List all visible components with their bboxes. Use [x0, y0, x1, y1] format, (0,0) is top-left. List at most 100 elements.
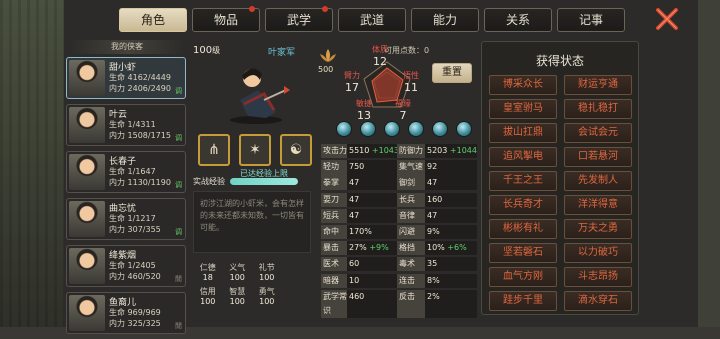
- yin-yang-icon: ☯: [289, 142, 303, 158]
- stat-label: 连击: [397, 273, 425, 288]
- attr-strength: 臂力 17: [344, 71, 360, 94]
- stat-label: 防御力: [397, 144, 425, 158]
- status-badge[interactable]: 皇室驸马: [489, 99, 557, 119]
- stat-row: 命中 170% 闪避 9%: [321, 224, 477, 239]
- stat-value: 10% +6%: [425, 241, 477, 256]
- tab-abilities[interactable]: 能力: [411, 8, 479, 32]
- tab-martial-arts[interactable]: 武学: [265, 6, 333, 32]
- hero-portrait: [69, 107, 105, 143]
- spear-icon: ⋔: [208, 142, 220, 158]
- attr-luck: 福缘 7: [395, 99, 411, 122]
- stat-label: 暴击: [321, 241, 347, 256]
- status-badge[interactable]: 追风掣电: [489, 147, 557, 167]
- status-badge[interactable]: 以力破巧: [564, 243, 632, 263]
- stat-value: 8%: [425, 273, 477, 288]
- stat-label: 格挡: [397, 241, 425, 256]
- stat-value: 60: [347, 257, 397, 272]
- hero-card[interactable]: 曲忘忧 生命 1/1217 内力 307/355 调: [66, 198, 186, 240]
- status-badge[interactable]: 千王之王: [489, 171, 557, 191]
- hero-mp: 内力 1130/1190: [109, 178, 171, 187]
- status-badge[interactable]: 长兵奇才: [489, 195, 557, 215]
- hero-tag: 调: [175, 181, 182, 189]
- stat-value: 160: [425, 192, 477, 207]
- status-badge[interactable]: 跬步千里: [489, 291, 557, 311]
- status-badge[interactable]: 洋洋得意: [564, 195, 632, 215]
- hero-card[interactable]: 甜小虾 生命 4162/4449 内力 2406/2490 调: [66, 57, 186, 99]
- skill-slot-mask[interactable]: ☯: [280, 134, 312, 166]
- status-badge[interactable]: 万夫之勇: [564, 219, 632, 239]
- scene-background: [0, 0, 64, 327]
- lotus-icon: [320, 49, 336, 62]
- stat-value: 27% +9%: [347, 241, 397, 256]
- status-badge[interactable]: 滴水穿石: [564, 291, 632, 311]
- stat-value: 170%: [347, 224, 397, 239]
- hero-mp: 内力 1508/1715: [109, 131, 171, 140]
- attr-agility: 敏捷 13: [356, 99, 372, 122]
- status-badge[interactable]: 彬彬有礼: [489, 219, 557, 239]
- tab-character[interactable]: 角色: [119, 8, 187, 32]
- status-badge[interactable]: 稳扎稳打: [564, 99, 632, 119]
- stat-value: 47: [347, 208, 397, 223]
- virtue-courtesy: 礼节 100: [258, 263, 275, 282]
- virtue-spacer: [282, 262, 312, 282]
- hero-hp: 生命 969/969: [109, 308, 161, 317]
- equipped-skills: ⋔ ✶ ☯: [198, 134, 312, 166]
- stat-value: 9%: [425, 224, 477, 239]
- hero-tag: 调: [175, 228, 182, 236]
- stat-row: 短兵 47 音律 47: [321, 208, 477, 223]
- reset-button[interactable]: 重置: [432, 63, 472, 83]
- stat-label: 反击: [397, 289, 425, 318]
- gem-slot[interactable]: [456, 121, 472, 137]
- close-icon[interactable]: [654, 6, 680, 32]
- gem-slot[interactable]: [336, 121, 352, 137]
- tab-martial-way[interactable]: 武道: [338, 8, 406, 32]
- hero-portrait: [69, 201, 105, 237]
- hero-hp: 生命 4162/4449: [109, 73, 171, 82]
- gem-slot[interactable]: [360, 121, 376, 137]
- stat-bonus: +1044: [449, 146, 477, 155]
- stat-row: 攻击力 5510 +1043 防御力 5203 +1044: [321, 144, 477, 158]
- hero-card[interactable]: 长春子 生命 1/1647 内力 1130/1190 调: [66, 151, 186, 193]
- stat-value: 2%: [425, 289, 477, 318]
- status-badge[interactable]: 先发制人: [564, 171, 632, 191]
- tab-journal[interactable]: 记事: [557, 8, 625, 32]
- hero-portrait: [69, 154, 105, 190]
- stat-value: 47: [347, 176, 397, 191]
- tab-items[interactable]: 物品: [192, 6, 260, 32]
- character-figure: [230, 68, 290, 124]
- hero-hp: 生命 1/1217: [109, 214, 156, 223]
- status-badge[interactable]: 财运亨通: [564, 75, 632, 95]
- stat-value: 5510 +1043: [347, 144, 399, 158]
- status-badge[interactable]: 血气方刚: [489, 267, 557, 287]
- skill-slot-spear[interactable]: ⋔: [198, 134, 230, 166]
- gem-slot[interactable]: [408, 121, 424, 137]
- hero-card[interactable]: 鱼裔儿 生命 969/969 内力 325/325 閒: [66, 292, 186, 334]
- hero-roster: 甜小虾 生命 4162/4449 内力 2406/2490 调 叶云 生命 1/…: [66, 57, 186, 339]
- virtue-trust: 信用 100: [199, 287, 216, 306]
- hero-mp: 内力 325/325: [109, 319, 161, 328]
- hero-tag: 閒: [175, 322, 182, 330]
- hero-card[interactable]: 绛紫烟 生命 1/2405 内力 460/520 閒: [66, 245, 186, 287]
- tab-relations[interactable]: 关系: [484, 8, 552, 32]
- hero-tag: 调: [175, 87, 182, 95]
- status-badge[interactable]: 会试会元: [564, 123, 632, 143]
- character-bio: 初涉江湖的小虾米，会有怎样的未来还都未知数，一切皆有可能。: [193, 191, 311, 253]
- gem-slot[interactable]: [384, 121, 400, 137]
- exp-fill: [230, 178, 298, 185]
- status-badges: 博采众长 财运亨通 皇室驸马 稳扎稳打 拔山扛鼎 会试会元 追风掣电 口若悬河 千王之王 先发制人…: [489, 75, 632, 311]
- hero-card[interactable]: 叶云 生命 1/4311 内力 1508/1715 调: [66, 104, 186, 146]
- stat-label: 医术: [321, 257, 347, 272]
- hero-mp: 内力 307/355: [109, 225, 161, 234]
- status-badge[interactable]: 拔山扛鼎: [489, 123, 557, 143]
- hero-hp: 生命 1/4311: [109, 120, 156, 129]
- stat-row: 医术 60 毒术 35: [321, 257, 477, 272]
- gem-slots: [336, 121, 472, 137]
- available-points: 可用点数：0: [384, 46, 430, 55]
- skill-slot-internal[interactable]: ✶: [239, 134, 271, 166]
- status-badge[interactable]: 口若悬河: [564, 147, 632, 167]
- status-badge[interactable]: 斗志昂扬: [564, 267, 632, 287]
- status-badge[interactable]: 坚若磐石: [489, 243, 557, 263]
- status-badge[interactable]: 博采众长: [489, 75, 557, 95]
- gem-slot[interactable]: [432, 121, 448, 137]
- hero-mp: 内力 460/520: [109, 272, 161, 281]
